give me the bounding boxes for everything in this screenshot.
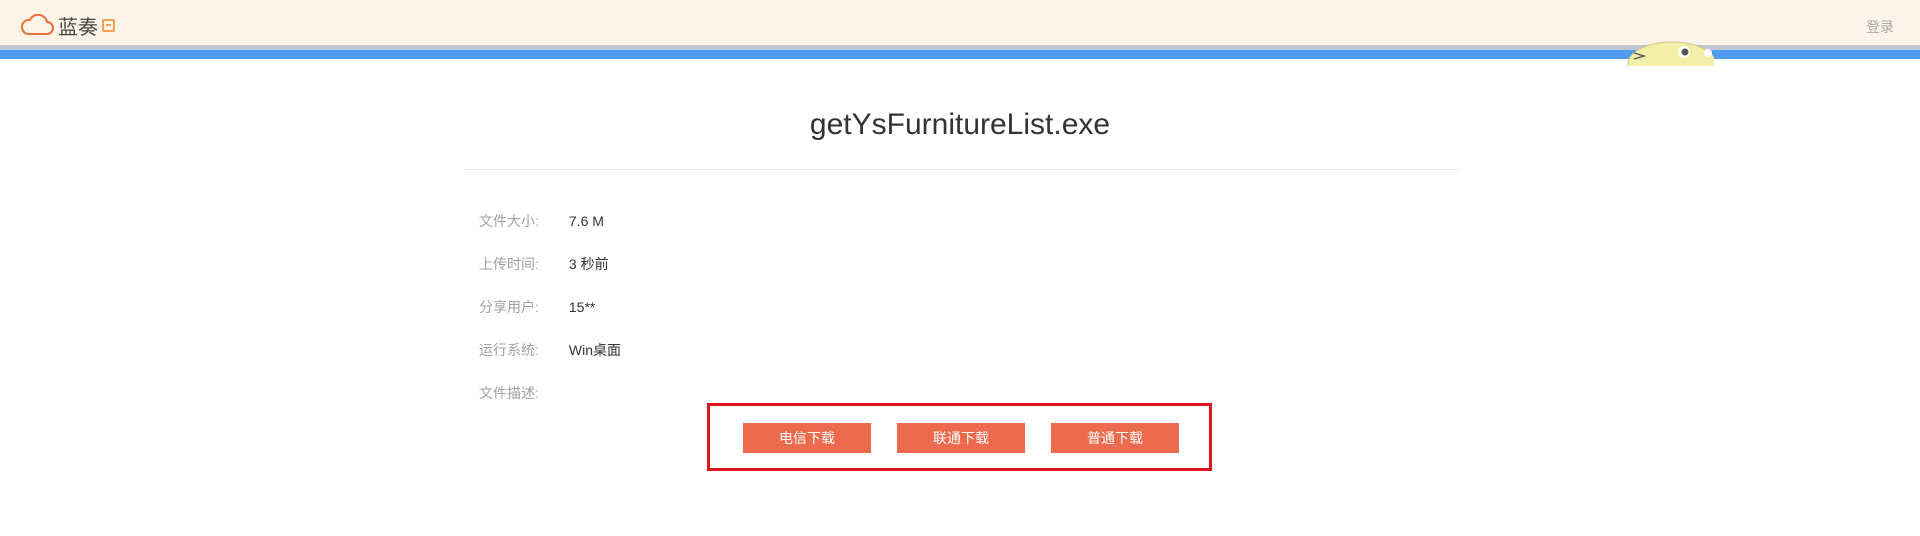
site-logo[interactable]: 蓝奏 — [20, 12, 115, 39]
detail-label: 分享用户: — [479, 299, 539, 315]
detail-value: 3 秒前 — [568, 256, 609, 272]
detail-label: 运行系统: — [479, 342, 539, 358]
detail-row-share-user: 分享用户: 15** — [479, 297, 595, 317]
file-title: getYsFurnitureList.exe — [809, 108, 1111, 141]
unicom-download-button[interactable]: 联通下载 — [897, 423, 1025, 453]
mascot-icon — [1622, 36, 1714, 66]
normal-download-button[interactable]: 普通下载 — [1051, 423, 1179, 453]
detail-label: 文件大小: — [479, 213, 539, 229]
logo-text: 蓝奏 — [58, 14, 98, 39]
telecom-download-button[interactable]: 电信下载 — [743, 423, 871, 453]
detail-row-upload-time: 上传时间: 3 秒前 — [479, 254, 609, 274]
detail-row-description: 文件描述: — [479, 383, 565, 403]
detail-label: 上传时间: — [479, 256, 539, 272]
detail-row-os: 运行系统: Win桌面 — [479, 340, 621, 360]
detail-value: 15** — [568, 299, 596, 315]
logo-box-icon — [102, 18, 115, 32]
title-divider — [463, 169, 1458, 170]
detail-value: 7.6 M — [568, 213, 604, 229]
detail-value: Win桌面 — [568, 342, 622, 358]
cloud-icon — [20, 14, 54, 35]
detail-row-size: 文件大小: 7.6 M — [479, 211, 604, 231]
detail-label: 文件描述: — [479, 385, 539, 401]
login-link[interactable]: 登录 — [1866, 17, 1894, 37]
